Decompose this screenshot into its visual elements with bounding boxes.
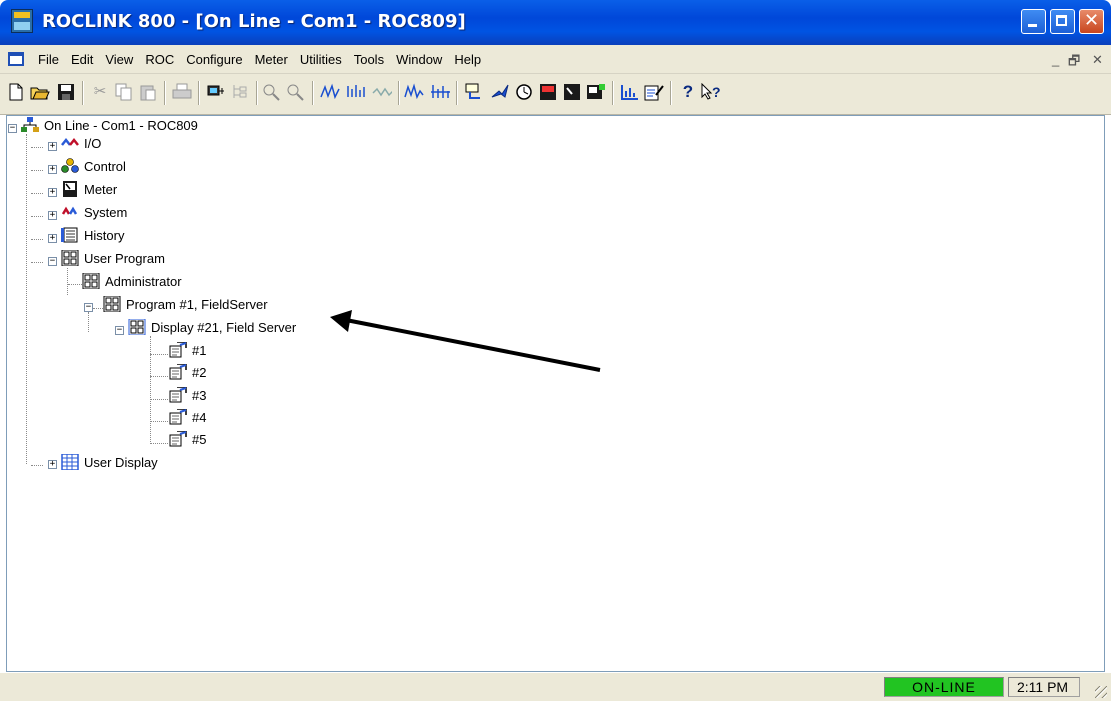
status-bar: ON-LINE 2:11 PM (0, 672, 1111, 701)
annotation-arrow-head (330, 310, 352, 332)
annotation-arrow (330, 310, 601, 372)
annotation-arrow-shaft (345, 318, 601, 372)
resize-grip[interactable] (1095, 686, 1107, 698)
status-time: 2:11 PM (1008, 677, 1080, 697)
connection-status: ON-LINE (884, 677, 1004, 697)
